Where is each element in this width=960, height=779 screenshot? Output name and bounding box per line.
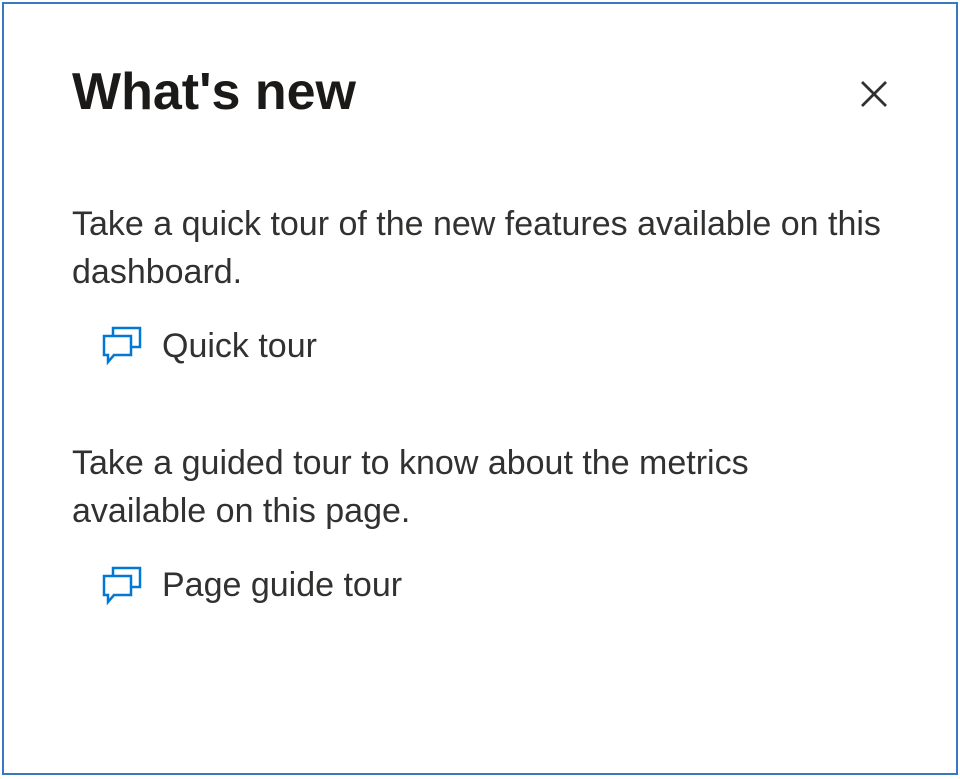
quick-tour-label: Quick tour <box>162 327 317 366</box>
close-button[interactable] <box>852 72 896 119</box>
close-icon <box>856 100 892 115</box>
page-guide-tour-link[interactable]: Page guide tour <box>72 564 888 608</box>
panel-title: What's new <box>72 64 356 121</box>
page-guide-description: Take a guided tour to know about the met… <box>72 440 888 535</box>
whats-new-panel: What's new Take a quick tour of the new … <box>2 2 958 775</box>
quick-tour-link[interactable]: Quick tour <box>72 324 888 368</box>
chat-icon <box>100 324 144 368</box>
page-guide-tour-label: Page guide tour <box>162 566 402 605</box>
panel-header: What's new <box>72 64 888 121</box>
quick-tour-description: Take a quick tour of the new features av… <box>72 201 888 296</box>
chat-icon <box>100 564 144 608</box>
